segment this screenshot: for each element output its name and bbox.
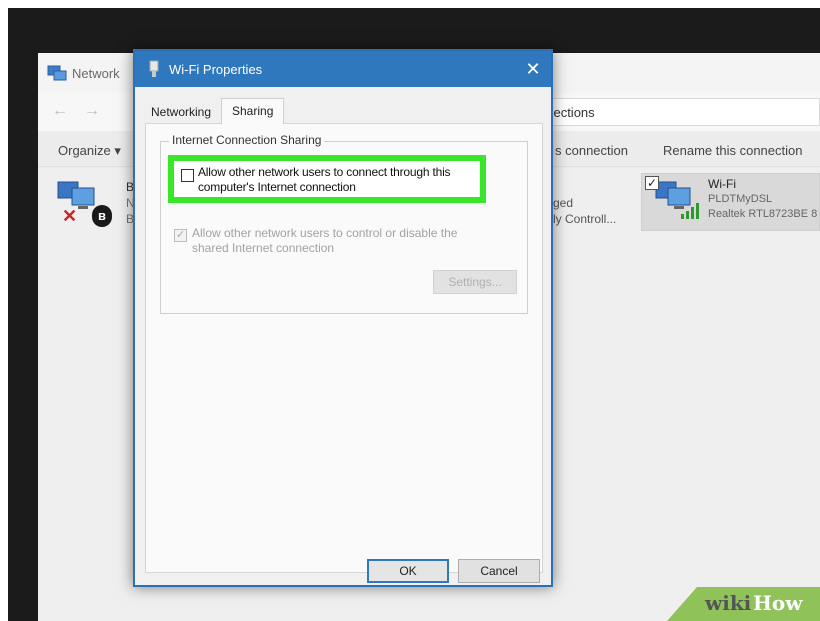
allow-connect-label-line2[interactable]: computer's Internet connection — [198, 180, 356, 194]
wifi-item-network: PLDTMyDSL — [708, 193, 773, 205]
organize-menu[interactable]: Organize ▾ — [58, 143, 121, 159]
tab-networking[interactable]: Networking — [147, 101, 215, 123]
signal-strength-icon — [681, 203, 699, 219]
allow-control-label-line2: shared Internet connection — [192, 241, 335, 255]
network-folder-icon — [47, 65, 67, 81]
highlighted-option: Allow other network users to connect thr… — [168, 155, 486, 203]
forward-arrow-icon[interactable]: → — [84, 102, 100, 120]
back-arrow-icon[interactable]: ← — [52, 102, 68, 120]
background-window-title: Network — [72, 66, 120, 81]
wifi-properties-dialog: Wi-Fi Properties ✕ Networking Sharing In… — [133, 49, 553, 587]
allow-connect-label-line1[interactable]: Allow other network users to connect thr… — [198, 165, 451, 179]
dialog-body: Networking Sharing Internet Connection S… — [135, 87, 551, 585]
dialog-title: Wi-Fi Properties — [169, 62, 263, 77]
disconnected-x-icon: ✕ — [62, 206, 78, 226]
dialog-title-bar[interactable]: Wi-Fi Properties ✕ — [135, 51, 551, 87]
tab-sharing[interactable]: Sharing — [221, 98, 285, 124]
internet-connection-sharing-group: Internet Connection Sharing Allow other … — [160, 133, 528, 314]
bluetooth-connection-item[interactable]: ✕ ʙ B N B — [56, 178, 136, 238]
rename-connection-command[interactable]: Rename this connection — [663, 143, 802, 158]
bluetooth-icon: ʙ — [92, 205, 112, 227]
ethernet-item-status: ged — [553, 196, 574, 210]
wikihow-watermark: wiki How — [667, 587, 820, 621]
item-select-checkbox[interactable]: ✓ — [645, 176, 659, 190]
settings-button: Settings... — [433, 270, 517, 294]
sharing-tab-panel: Internet Connection Sharing Allow other … — [145, 123, 543, 573]
ethernet-item-device: ly Controll... — [553, 212, 617, 226]
screenshot-photo: Network ← → nnections Organize ▾ s conne… — [8, 8, 820, 621]
diagnose-connection-command[interactable]: s connection — [555, 143, 628, 158]
ok-button[interactable]: OK — [367, 559, 449, 583]
cancel-button[interactable]: Cancel — [458, 559, 540, 583]
wifi-item-name: Wi-Fi — [708, 177, 736, 191]
wifi-item-adapter: Realtek RTL8723BE 8 — [708, 208, 818, 220]
allow-control-checkbox: ✓ — [174, 229, 187, 242]
allow-control-label-line1: Allow other network users to control or … — [192, 226, 458, 240]
wifi-connection-item[interactable]: ✓ Wi-Fi PLDTMyDSL Realtek RTL8723BE 8 — [641, 173, 820, 231]
watermark-wiki-text: wiki — [705, 591, 752, 615]
close-icon[interactable]: ✕ — [521, 57, 545, 81]
group-label: Internet Connection Sharing — [169, 133, 325, 147]
network-adapter-icon — [149, 60, 159, 77]
watermark-how-text: How — [753, 591, 803, 615]
allow-connect-checkbox[interactable] — [181, 169, 194, 182]
